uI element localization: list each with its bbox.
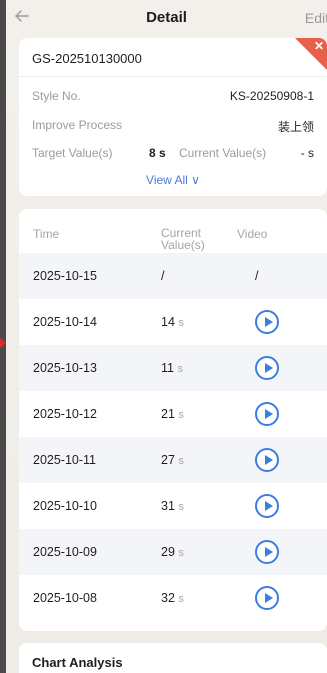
improve-process-label: Improve Process (32, 118, 123, 132)
side-edge-bar (0, 0, 6, 673)
play-icon[interactable] (255, 356, 279, 380)
row-time: 2025-10-11 (33, 453, 97, 467)
style-no-value: KS-20250908-1 (229, 89, 314, 103)
edit-button[interactable]: Edit (305, 10, 327, 26)
row-time: 2025-10-14 (33, 315, 97, 329)
row-video-empty: / (255, 269, 259, 283)
history-table: Time Current Value(s) Video 2025-10-15 /… (19, 209, 327, 631)
row-value: 27 s (161, 453, 184, 467)
info-card: GS-202510130000 ✕ Style No. KS-20250908-… (19, 38, 327, 196)
row-value-number: 11 (161, 361, 174, 375)
play-icon[interactable] (255, 494, 279, 518)
row-time: 2025-10-08 (33, 591, 97, 605)
play-icon[interactable] (255, 310, 279, 334)
divider (19, 76, 327, 77)
row-value-number: 31 (161, 499, 175, 513)
row-value-number: / (161, 269, 165, 283)
style-no-label: Style No. (32, 89, 81, 103)
column-header-video: Video (237, 227, 268, 241)
row-value-unit: s (177, 363, 183, 375)
row-value-unit: s (178, 501, 184, 513)
play-icon[interactable] (255, 402, 279, 426)
row-value-number: 29 (161, 545, 175, 559)
target-value: 8 s (149, 146, 166, 160)
view-all-link[interactable]: View All ∨ (19, 173, 327, 187)
play-icon[interactable] (255, 586, 279, 610)
row-time: 2025-10-13 (33, 361, 97, 375)
document-number: GS-202510130000 (32, 51, 142, 66)
play-icon[interactable] (255, 540, 279, 564)
row-value: 14 s (161, 315, 184, 329)
row-value-unit: s (178, 409, 184, 421)
table-row: 2025-10-08 32 s (19, 575, 327, 621)
chart-analysis-title: Chart Analysis (32, 655, 123, 670)
row-value-number: 32 (161, 591, 175, 605)
row-value: 21 s (161, 407, 184, 421)
table-row: 2025-10-09 29 s (19, 529, 327, 575)
row-value-number: 14 (161, 315, 175, 329)
row-value-number: 21 (161, 407, 175, 421)
target-value-label: Target Value(s) (32, 146, 113, 160)
row-value-unit: s (178, 317, 184, 329)
current-value-label: Current Value(s) (179, 146, 267, 160)
row-value: 31 s (161, 499, 184, 513)
table-row: 2025-10-12 21 s (19, 391, 327, 437)
row-time: 2025-10-15 (33, 269, 97, 283)
row-time: 2025-10-12 (33, 407, 97, 421)
row-value: 11 s (161, 361, 183, 375)
column-header-current-value: Current Value(s) (161, 227, 205, 251)
top-bar: Detail Edit (6, 0, 327, 36)
chart-analysis-card: Chart Analysis (19, 643, 327, 673)
play-icon[interactable] (255, 448, 279, 472)
row-value-unit: s (178, 455, 184, 467)
row-time: 2025-10-10 (33, 499, 97, 513)
table-row: 2025-10-11 27 s (19, 437, 327, 483)
row-value-unit: s (178, 593, 184, 605)
row-value: / (161, 269, 164, 283)
table-row: 2025-10-10 31 s (19, 483, 327, 529)
current-value: - s (300, 146, 314, 160)
close-icon[interactable]: ✕ (314, 39, 324, 53)
column-header-current-line2: Value(s) (161, 238, 205, 252)
page-title: Detail (146, 9, 187, 26)
row-time: 2025-10-09 (33, 545, 97, 559)
table-row: 2025-10-13 11 s (19, 345, 327, 391)
improve-process-value: 装上领 (277, 120, 314, 134)
row-value-unit: s (178, 547, 184, 559)
column-header-time: Time (33, 227, 60, 241)
row-value-number: 27 (161, 453, 175, 467)
row-value: 29 s (161, 545, 184, 559)
row-value: 32 s (161, 591, 184, 605)
table-row: 2025-10-15 / / (19, 253, 327, 299)
table-row: 2025-10-14 14 s (19, 299, 327, 345)
